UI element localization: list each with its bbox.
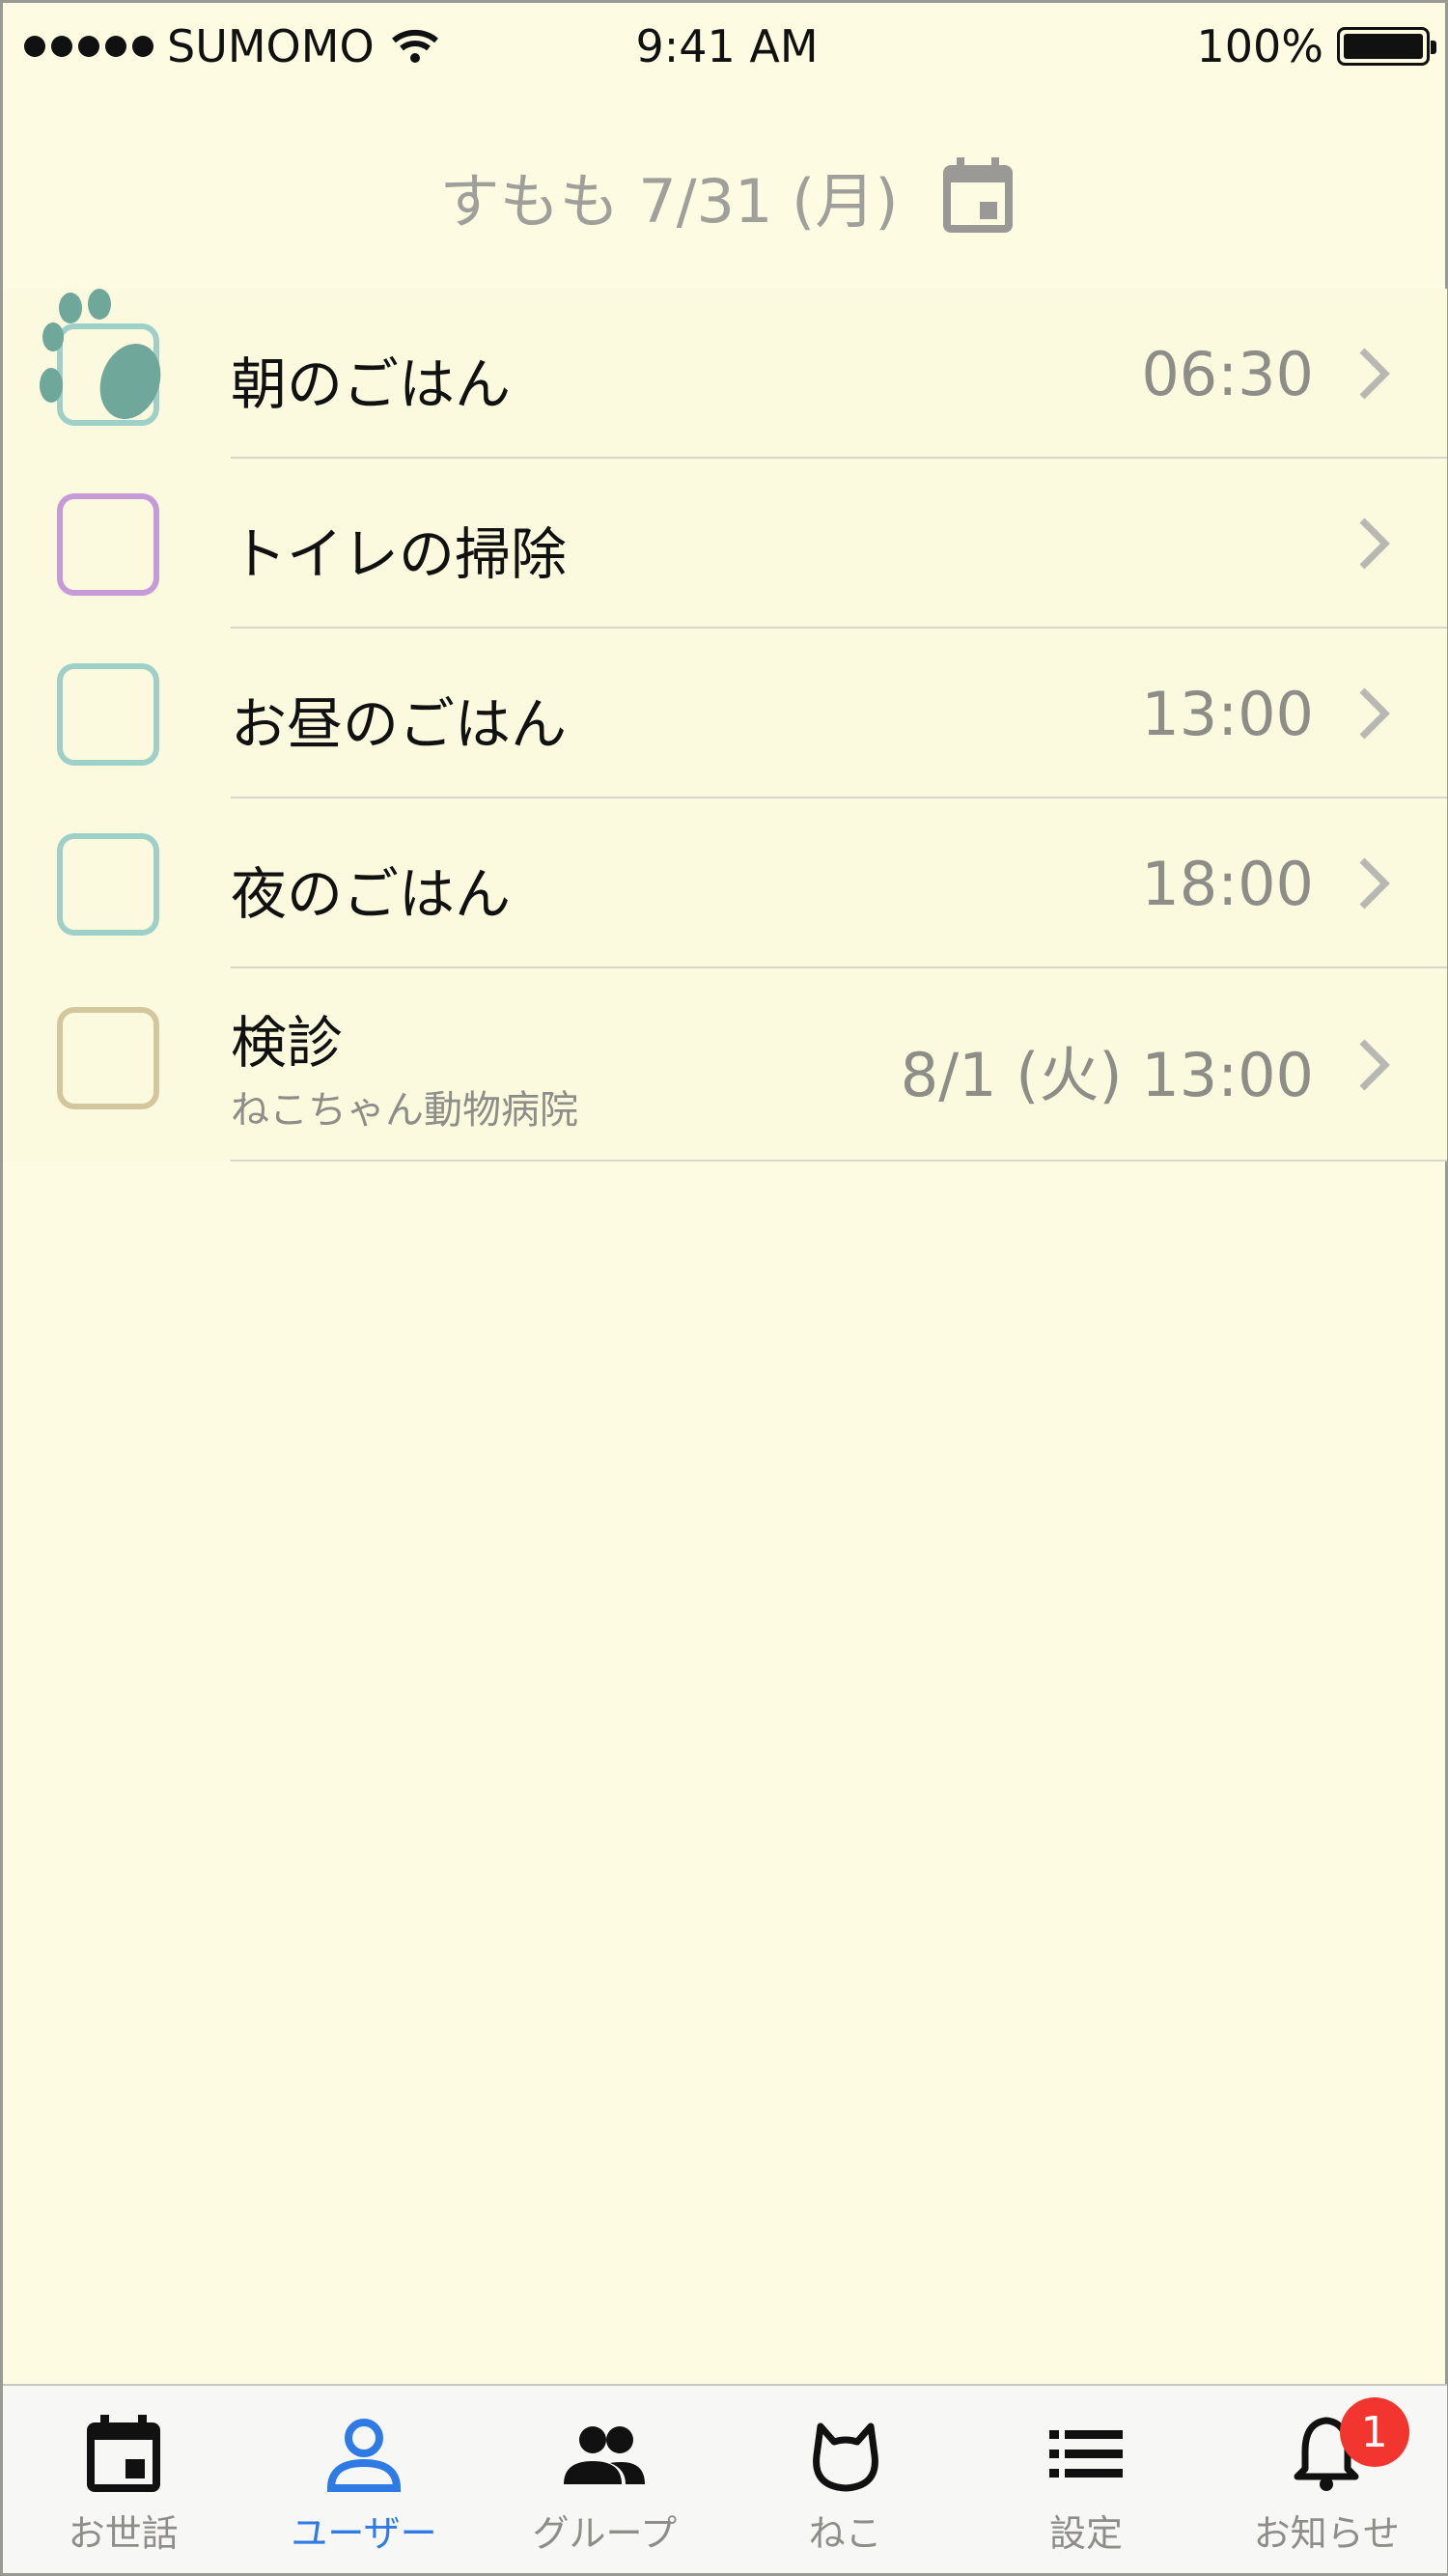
task-label: 夜のごはん <box>231 861 512 927</box>
tab-label: 設定 <box>1048 2512 1123 2555</box>
tab-settings[interactable]: 設定 <box>965 2386 1206 2573</box>
task-list: 朝のごはん 06:30 トイレの掃除 お昼のごはん 13:00 夜のごはん 18… <box>3 289 1447 1162</box>
task-time: 18:00 <box>1141 849 1314 919</box>
task-label: 検診 <box>231 1010 344 1076</box>
task-sublabel: ねこちゃん動物病院 <box>231 1088 578 1133</box>
calendar-icon[interactable] <box>941 157 1015 235</box>
tab-care[interactable]: お世話 <box>3 2386 243 2573</box>
task-row[interactable]: トイレの掃除 <box>3 459 1447 629</box>
battery-icon <box>1337 27 1436 66</box>
tab-cat[interactable]: ねこ <box>725 2386 965 2573</box>
tab-user[interactable]: ユーザー <box>243 2386 484 2573</box>
task-time: 06:30 <box>1141 339 1314 409</box>
page-title: すもも 7/31 (月) <box>439 166 899 237</box>
task-time: 13:00 <box>1141 679 1314 749</box>
tab-group[interactable]: グループ <box>485 2386 725 2573</box>
chevron-right-icon <box>1359 348 1390 400</box>
tab-label: お世話 <box>68 2512 179 2555</box>
task-time: 8/1 (火) 13:00 <box>900 1040 1314 1110</box>
user-icon <box>326 2419 401 2492</box>
task-label: 朝のごはん <box>231 351 512 417</box>
notification-badge: 1 <box>1339 2397 1409 2467</box>
tab-bar: お世話 ユーザー グループ ねこ 設定 お知らせ 1 <box>3 2384 1447 2573</box>
task-label: トイレの掃除 <box>231 521 568 587</box>
list-icon <box>1048 2430 1123 2478</box>
task-row[interactable]: 夜のごはん 18:00 <box>3 798 1447 968</box>
task-checkbox[interactable] <box>57 493 159 596</box>
task-row[interactable]: 朝のごはん 06:30 <box>3 289 1447 459</box>
page-header: すもも 7/31 (月) <box>3 148 1448 244</box>
tab-label: お知らせ <box>1253 2512 1400 2555</box>
row-divider <box>231 1160 1447 1162</box>
task-row[interactable]: 検診 ねこちゃん動物病院 8/1 (火) 13:00 <box>3 968 1447 1162</box>
chevron-right-icon <box>1359 1039 1390 1091</box>
battery-percent: 100% <box>1196 20 1323 72</box>
paw-check-icon <box>40 289 161 419</box>
cat-icon <box>812 2422 878 2492</box>
task-row[interactable]: お昼のごはん 13:00 <box>3 629 1447 798</box>
status-bar-right: 100% <box>1196 20 1436 72</box>
chevron-right-icon <box>1359 518 1390 570</box>
group-icon <box>564 2426 646 2484</box>
task-checkbox[interactable] <box>57 833 159 936</box>
task-checkbox[interactable] <box>57 1007 159 1109</box>
tab-notifications[interactable]: お知らせ 1 <box>1207 2386 1447 2573</box>
calendar-icon <box>86 2415 160 2492</box>
task-checkbox[interactable] <box>57 663 159 766</box>
tab-label: グループ <box>532 2512 678 2555</box>
task-label: お昼のごはん <box>231 691 568 757</box>
tab-label: ユーザー <box>291 2512 437 2555</box>
status-bar: SUMOMO 9:41 AM 100% <box>3 3 1448 90</box>
chevron-right-icon <box>1359 687 1390 740</box>
chevron-right-icon <box>1359 857 1390 910</box>
tab-label: ねこ <box>808 2512 882 2555</box>
